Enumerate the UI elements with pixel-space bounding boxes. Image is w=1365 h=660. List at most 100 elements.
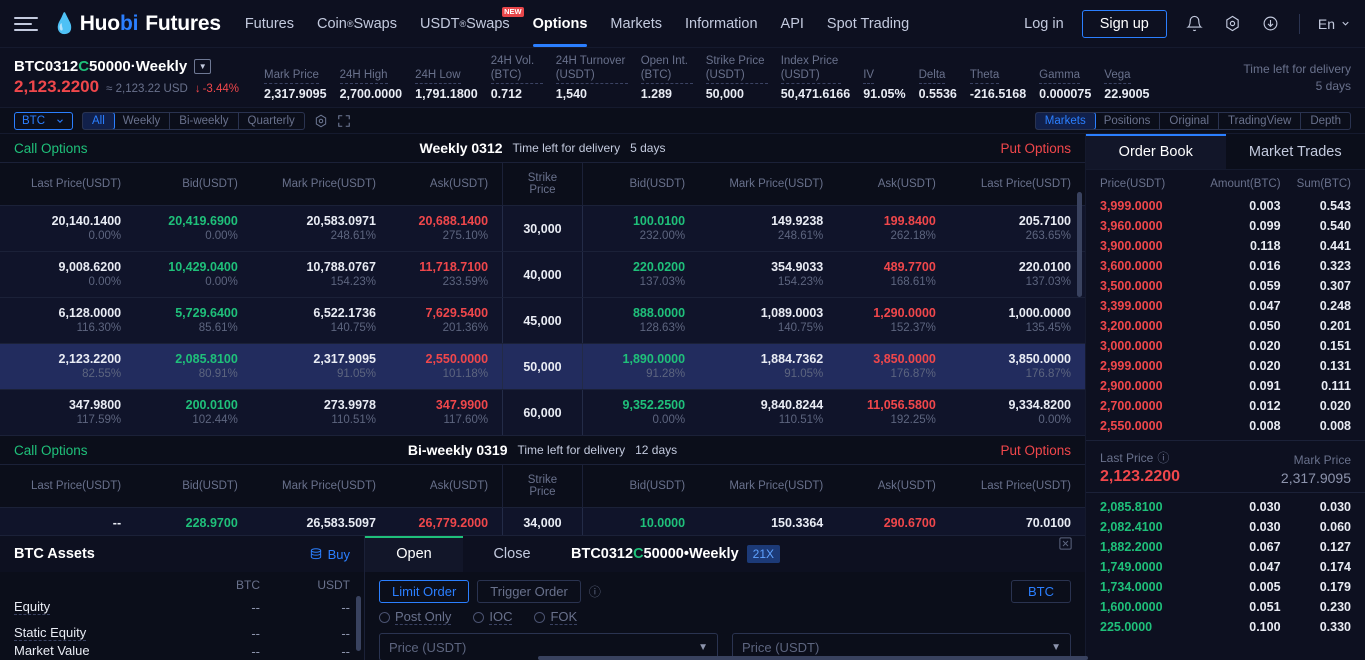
nav-item-usdt-swaps[interactable]: USDT ® Swaps NEW <box>420 0 524 47</box>
orderbook-ask-row[interactable]: 3,900.0000 0.118 0.441 <box>1086 236 1365 256</box>
download-icon[interactable] <box>1261 14 1281 34</box>
bid-price: 225.0000 <box>1100 620 1153 634</box>
info-icon[interactable]: ⓘ <box>589 583 601 600</box>
bell-icon[interactable] <box>1185 14 1205 34</box>
unit-toggle-button[interactable]: BTC <box>1011 580 1071 603</box>
orderbook-bid-row[interactable]: 1,734.0000 0.005 0.179 <box>1086 577 1365 597</box>
assets-scrollbar[interactable] <box>356 596 361 651</box>
table-row[interactable]: 6,128.0000 116.30% 5,729.6400 85.61% 6,522… <box>0 297 1085 344</box>
table-row[interactable]: 9,008.6200 0.00% 10,429.0400 0.00% 10,788.… <box>0 251 1085 298</box>
table-row[interactable]: 347.9800 117.59% 200.0100 102.44% 273.9978… <box>0 389 1085 436</box>
orderbook-ask-row[interactable]: 3,200.0000 0.050 0.201 <box>1086 316 1365 336</box>
assets-header: BTC Assets Buy <box>0 536 364 572</box>
calculator-icon[interactable] <box>1058 536 1073 572</box>
orderbook-bid-row[interactable]: 1,749.0000 0.047 0.174 <box>1086 557 1365 577</box>
view-tradingview[interactable]: TradingView <box>1219 112 1302 129</box>
view-original[interactable]: Original <box>1160 112 1220 129</box>
cell-value: 149.9238 <box>771 214 824 228</box>
tab-order-book[interactable]: Order Book <box>1086 134 1226 169</box>
symbol-dropdown-icon[interactable]: ▼ <box>194 59 212 74</box>
nav-item-coin-swaps[interactable]: Coin ® Swaps <box>317 0 397 47</box>
tab-open[interactable]: Open <box>365 536 463 572</box>
nav-item-futures[interactable]: Futures <box>245 0 294 47</box>
orderbook-bid-row[interactable]: 1,600.0000 0.051 0.230 <box>1086 597 1365 617</box>
signup-button[interactable]: Sign up <box>1081 9 1167 38</box>
brand-logo[interactable]: 💧 Huo bi Futures <box>52 11 221 36</box>
nav-label: Information <box>685 15 758 32</box>
orderbook-bid-row[interactable]: 2,082.4100 0.030 0.060 <box>1086 517 1365 537</box>
nav-item-spot-trading[interactable]: Spot Trading <box>827 0 909 47</box>
cell-put-ask: 199.8400 262.18% <box>837 205 950 252</box>
settings-hex-icon[interactable] <box>314 114 328 128</box>
orderbook-ask-row[interactable]: 2,900.0000 0.091 0.111 <box>1086 376 1365 396</box>
stat-gamma: Gamma 0.000075 <box>1039 68 1104 101</box>
tab-market-trades[interactable]: Market Trades <box>1225 134 1365 169</box>
cell-value: 5,729.6400 <box>175 306 238 320</box>
flag-post-only[interactable]: Post Only <box>379 609 452 625</box>
period-filter-quarterly[interactable]: Quarterly <box>239 113 304 129</box>
options-vertical-scrollbar[interactable] <box>1077 192 1082 297</box>
cell-value: 220.0100 <box>1018 260 1071 274</box>
cell-value: 10.0000 <box>639 516 686 530</box>
stat-24h-high: 24H High 2,700.0000 <box>339 68 416 101</box>
cell-value: 347.9800 <box>68 398 122 412</box>
period-filter-bi-weekly[interactable]: Bi-weekly <box>170 112 239 129</box>
table-row-selected[interactable]: 2,123.2200 82.55% 2,085.8100 80.91% 2,317.… <box>0 343 1085 390</box>
tab-close[interactable]: Close <box>463 536 561 572</box>
stat-label: Gamma <box>1039 68 1081 84</box>
trigger-order-button[interactable]: Trigger Order <box>477 580 581 603</box>
ask-amount: 0.003 <box>1249 199 1281 213</box>
view-positions[interactable]: Positions <box>1095 112 1161 129</box>
flag-fok[interactable]: FOK <box>534 609 578 625</box>
orderbook-bid-row[interactable]: 225.0000 0.100 0.330 <box>1086 617 1365 637</box>
cell-pct: 168.61% <box>890 276 936 288</box>
orderbook-ask-row[interactable]: 2,999.0000 0.020 0.131 <box>1086 356 1365 376</box>
brand-futures: Futures <box>145 11 221 35</box>
leverage-badge[interactable]: 21X <box>746 545 781 563</box>
orderbook-ask-row[interactable]: 2,550.0000 0.008 0.008 <box>1086 416 1365 436</box>
ticker-symbol-row[interactable]: BTC0312C50000·Weekly ▼ <box>14 58 264 75</box>
language-selector[interactable]: En <box>1318 16 1351 32</box>
period-filter-weekly[interactable]: Weekly <box>114 112 171 129</box>
nav-item-options[interactable]: Options <box>532 0 587 47</box>
orderbook-ask-row[interactable]: 3,600.0000 0.016 0.323 <box>1086 256 1365 276</box>
cell-value: 6,522.1736 <box>313 306 376 320</box>
chevron-down-icon[interactable]: ▼ <box>698 642 708 653</box>
orderbook-ask-row[interactable]: 3,999.0000 0.003 0.543 <box>1086 196 1365 216</box>
view-depth[interactable]: Depth <box>1301 113 1350 129</box>
nav-item-api[interactable]: API <box>781 0 804 47</box>
cell-put-last: 1,000.0000 135.45% <box>949 297 1085 344</box>
fullscreen-icon[interactable] <box>337 114 351 128</box>
horizontal-scrollbar-area[interactable] <box>368 656 1365 660</box>
table-row[interactable]: -- 228.9700 26,583.5097 26,779.2000 34,0… <box>0 507 1085 539</box>
ask-price: 2,999.0000 <box>1100 359 1163 373</box>
assets-col-btc: BTC <box>236 578 260 592</box>
orderbook-ask-row[interactable]: 3,000.0000 0.020 0.151 <box>1086 336 1365 356</box>
location-icon[interactable] <box>1223 14 1243 34</box>
nav-item-information[interactable]: Information <box>685 0 758 47</box>
flag-ioc[interactable]: IOC <box>473 609 513 625</box>
buy-button[interactable]: Buy <box>309 547 350 562</box>
nav-label: Futures <box>244 15 294 32</box>
flag-label: FOK <box>550 609 578 625</box>
orderbook-ask-row[interactable]: 2,700.0000 0.012 0.020 <box>1086 396 1365 416</box>
orderbook-bid-row[interactable]: 1,882.2000 0.067 0.127 <box>1086 537 1365 557</box>
period-filter-all[interactable]: All <box>82 112 115 129</box>
stat-value: 0.5536 <box>918 87 957 101</box>
chevron-down-icon[interactable]: ▼ <box>1051 642 1061 653</box>
table-row[interactable]: 20,140.1400 0.00% 20,419.6900 0.00% 20,583… <box>0 205 1085 252</box>
menu-icon[interactable] <box>14 11 40 37</box>
coin-selector[interactable]: BTC <box>14 111 73 130</box>
registered-icon: ® <box>459 18 467 29</box>
info-icon[interactable]: ⓘ <box>1157 449 1169 466</box>
limit-order-button[interactable]: Limit Order <box>379 580 470 603</box>
orderbook-tabs: Order Book Market Trades <box>1086 134 1365 170</box>
ticker-delivery: Time left for delivery 5 days <box>1243 62 1351 93</box>
orderbook-ask-row[interactable]: 3,960.0000 0.099 0.540 <box>1086 216 1365 236</box>
nav-item-markets[interactable]: Markets <box>610 0 662 47</box>
orderbook-ask-row[interactable]: 3,500.0000 0.059 0.307 <box>1086 276 1365 296</box>
view-markets[interactable]: Markets <box>1035 112 1096 129</box>
orderbook-bid-row[interactable]: 2,085.8100 0.030 0.030 <box>1086 497 1365 517</box>
orderbook-ask-row[interactable]: 3,399.0000 0.047 0.248 <box>1086 296 1365 316</box>
login-button[interactable]: Log in <box>1024 16 1064 32</box>
